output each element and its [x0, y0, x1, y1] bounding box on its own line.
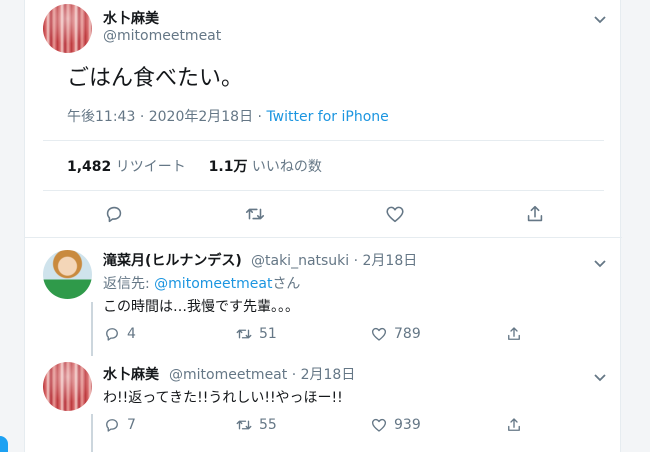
meta-separator: · — [139, 109, 145, 125]
retweets-stat[interactable]: 1,482 リツイート — [67, 159, 186, 175]
reply-icon — [106, 328, 118, 341]
reply-to-mention[interactable]: @mitomeetmeat — [154, 276, 272, 292]
meta-separator: · — [257, 109, 262, 125]
like-button[interactable]: 939 — [370, 416, 421, 434]
thread-line — [91, 302, 93, 356]
avatar[interactable] — [43, 4, 92, 53]
tweet-stats: 1,482 リツイート 1.1万 いいねの数 — [67, 156, 322, 176]
share-icon[interactable] — [524, 203, 546, 225]
retweet-count: 55 — [259, 417, 277, 433]
retweets-count: 1,482 — [67, 159, 112, 175]
retweet-icon — [236, 329, 252, 339]
tweet-source-link[interactable]: Twitter for iPhone — [266, 109, 388, 125]
reply-author-name[interactable]: 滝菜月(ヒルナンデス) — [103, 250, 242, 270]
reply-text: わ!!返ってきた!!うれしい!!やっほー!! — [103, 390, 343, 406]
reply-to-line: 返信先: @mitomeetmeatさん — [103, 273, 300, 293]
avatar[interactable] — [43, 362, 92, 411]
share-button[interactable] — [505, 416, 523, 434]
reply-count: 4 — [127, 326, 136, 342]
divider — [43, 190, 604, 191]
chevron-down-icon[interactable] — [593, 10, 607, 24]
like-icon[interactable] — [384, 203, 406, 225]
retweet-count: 51 — [259, 326, 277, 342]
tweet-text: ごはん食べたい。 — [67, 66, 244, 91]
retweet-icon[interactable] — [244, 203, 266, 225]
author-handle[interactable]: @mitomeetmeat — [103, 28, 221, 44]
author-name[interactable]: 水卜麻美 — [103, 8, 159, 28]
share-icon — [508, 327, 520, 340]
share-icon — [508, 418, 520, 431]
tweet-detail-card: 水卜麻美 @mitomeetmeat ごはん食べたい。 午後11:43 · 20… — [24, 0, 622, 452]
thread-line — [91, 414, 93, 452]
retweet-button[interactable]: 51 — [235, 325, 277, 343]
like-icon — [371, 418, 387, 432]
retweet-icon — [236, 420, 252, 430]
reply-count: 7 — [127, 417, 136, 433]
divider — [43, 140, 604, 141]
share-button[interactable] — [505, 325, 523, 343]
avatar[interactable] — [43, 250, 92, 299]
like-count: 939 — [394, 417, 421, 433]
like-icon — [371, 327, 387, 341]
reply-icon — [106, 419, 118, 432]
reply-button[interactable]: 7 — [103, 416, 136, 434]
like-button[interactable]: 789 — [370, 325, 421, 343]
reply-to-prefix: 返信先: — [103, 276, 150, 292]
tweet-time[interactable]: 午後11:43 — [67, 109, 135, 125]
divider — [25, 237, 622, 238]
reply-to-suffix: さん — [272, 276, 301, 292]
reply-author-name[interactable]: 水卜麻美 — [103, 364, 159, 384]
chevron-down-icon[interactable] — [593, 254, 607, 268]
reply-icon[interactable] — [103, 203, 125, 225]
retweets-label: リツイート — [115, 159, 186, 175]
reply-text: この時間は…我慢です先輩。。。 — [103, 299, 299, 315]
tweet-meta: 午後11:43 · 2020年2月18日 · Twitter for iPhon… — [67, 106, 389, 126]
reply-author-handle[interactable]: @mitomeetmeat · 2月18日 — [169, 364, 355, 384]
likes-count: 1.1万 — [208, 159, 248, 175]
likes-stat[interactable]: 1.1万 いいねの数 — [209, 159, 322, 175]
likes-label: いいねの数 — [251, 159, 322, 175]
reply-author-handle[interactable]: @taki_natsuki · 2月18日 — [251, 250, 417, 270]
like-count: 789 — [394, 326, 421, 342]
tweet-date[interactable]: 2020年2月18日 — [149, 109, 253, 125]
reply-button[interactable]: 4 — [103, 325, 136, 343]
chevron-down-icon[interactable] — [593, 368, 607, 382]
retweet-button[interactable]: 55 — [235, 416, 277, 434]
compose-fab-edge[interactable] — [0, 436, 8, 452]
